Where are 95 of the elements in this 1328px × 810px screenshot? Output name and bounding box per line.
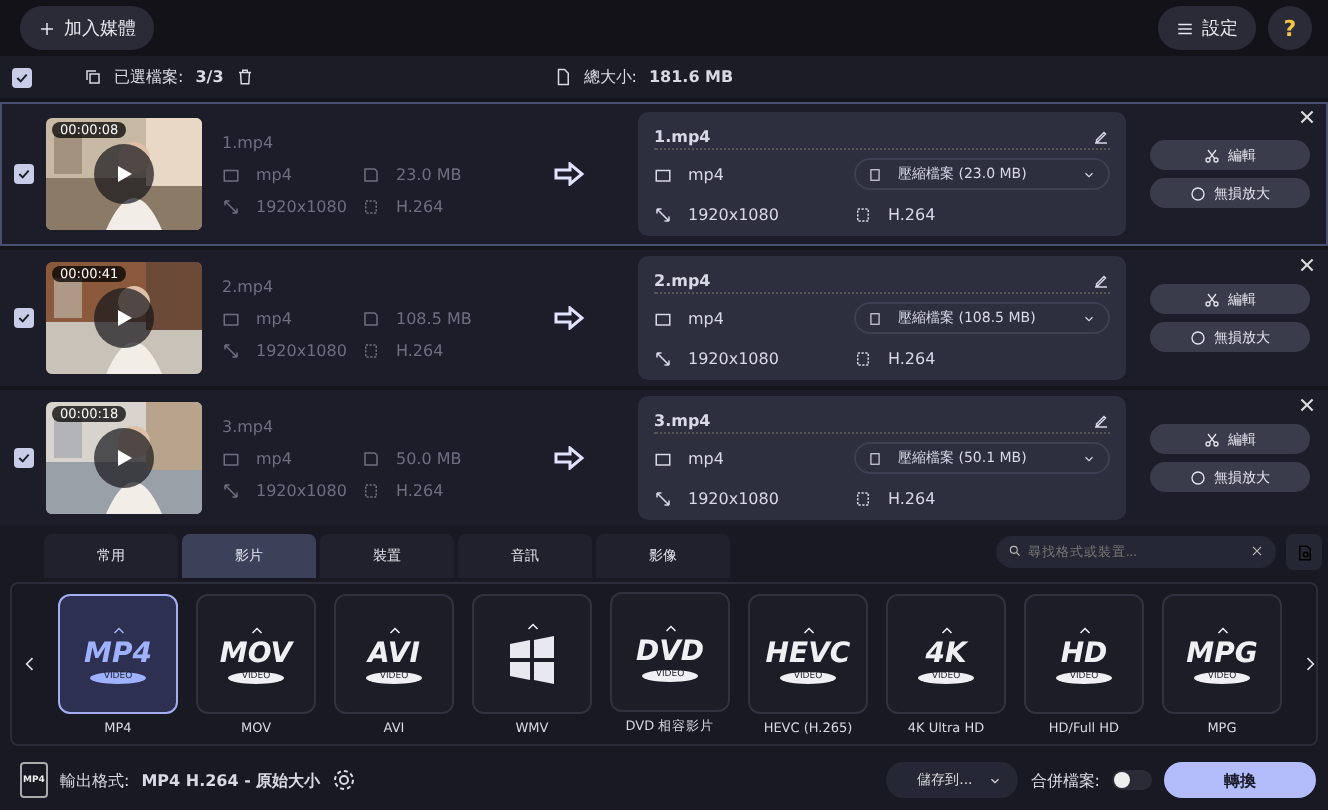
source-size: 23.0 MB [396,165,462,183]
resize-icon [654,349,672,367]
output-codec: H.264 [888,489,936,507]
add-media-button[interactable]: 加入媒體 [20,6,154,51]
play-icon [114,308,134,328]
search-icon [1008,544,1022,558]
close-icon[interactable] [1300,110,1314,124]
plus-icon [38,19,56,38]
play-icon [114,448,134,468]
output-file-name: 1.mp4 [654,127,711,145]
output-format-label: 輸出格式: [60,769,130,791]
close-icon [1250,544,1264,558]
format-tile[interactable] [472,593,592,713]
output-codec: H.264 [888,205,936,223]
format-logo: AVI [368,637,420,669]
source-format: mp4 [256,165,292,183]
select-all-checkbox[interactable] [12,67,32,88]
scissors-icon [1204,291,1220,307]
file-checkbox[interactable] [14,164,34,184]
output-resolution: 1920x1080 [688,489,779,507]
chevron-down-icon [988,773,1003,787]
output-file-name: 2.mp4 [654,271,711,289]
source-resolution: 1920x1080 [256,197,347,215]
chevron-up-icon [799,623,817,635]
output-format: mp4 [688,449,724,467]
chevron-down-icon [1082,311,1096,325]
source-size: 50.0 MB [396,449,462,467]
file-checkbox[interactable] [14,448,34,468]
source-codec: H.264 [396,341,444,359]
pencil-icon [1092,127,1110,145]
chevron-up-icon [523,620,541,632]
chevron-up-icon [1075,623,1093,635]
source-codec: H.264 [396,197,444,215]
format-logo: MOV [219,637,293,669]
chevron-up-icon [385,623,403,635]
total-size: 181.6 MB [648,68,734,87]
play-icon [114,164,134,184]
source-resolution: 1920x1080 [256,481,347,499]
pencil-icon [1092,271,1110,289]
settings-button[interactable]: 設定 [1158,6,1256,51]
scissors-icon [1204,147,1220,163]
convert-arrow-icon [554,446,586,470]
convert-button[interactable]: 轉換 [1164,762,1316,798]
selected-files-label: 已選檔案: [114,66,184,89]
selected-count: 3/3 [195,68,224,87]
resize-icon [654,205,672,223]
resize-icon [222,197,240,215]
output-format: mp4 [688,165,724,183]
file-checkbox[interactable] [14,308,34,328]
output-resolution: 1920x1080 [688,205,779,223]
convert-arrow-icon [554,306,586,330]
close-icon[interactable] [1300,258,1314,272]
convert-arrow-icon [554,162,586,186]
format-logo: DVD [635,636,705,668]
source-size: 108.5 MB [396,309,472,327]
total-size-label: 總大小: [583,66,637,89]
chevron-up-icon [937,623,955,635]
format-logo: 4K [925,637,967,669]
merge-files-label: 合併檔案: [1030,769,1100,791]
output-file-name: 3.mp4 [654,411,711,429]
source-file-name: 1.mp4 [222,133,276,151]
output-format-value: MP4 H.264 - 原始大小 [141,769,321,791]
files-icon [84,68,102,87]
help-button[interactable]: ? [1268,6,1312,51]
source-format: mp4 [256,309,292,327]
source-format: mp4 [256,449,292,467]
format-logo: MPG [1186,637,1258,669]
resize-icon [222,481,240,499]
chevron-up-icon [1213,623,1231,635]
chevron-up-icon [661,622,679,634]
output-format: mp4 [688,309,724,327]
format-logo: HD [1060,637,1108,669]
chevron-down-icon [1082,167,1096,181]
source-codec: H.264 [396,481,444,499]
chevron-up-icon [109,623,127,635]
output-codec: H.264 [888,349,936,367]
resize-icon [222,341,240,359]
trash-icon [235,68,254,87]
close-icon[interactable] [1300,398,1314,412]
output-resolution: 1920x1080 [688,349,779,367]
chevron-up-icon [247,623,265,635]
format-logo: MP4 [84,637,152,669]
merge-toggle[interactable] [1112,770,1152,790]
settings-icon [332,768,357,792]
source-file-name: 3.mp4 [222,417,276,435]
source-file-name: 2.mp4 [222,277,276,295]
windows-logo-icon [506,634,558,686]
pencil-icon [1092,411,1110,429]
scissors-icon [1204,431,1220,447]
chevron-down-icon [1082,451,1096,465]
resize-icon [654,489,672,507]
format-logo: HEVC [765,637,851,669]
file-icon [553,68,572,87]
source-resolution: 1920x1080 [256,341,347,359]
search-document-icon [1295,543,1313,561]
